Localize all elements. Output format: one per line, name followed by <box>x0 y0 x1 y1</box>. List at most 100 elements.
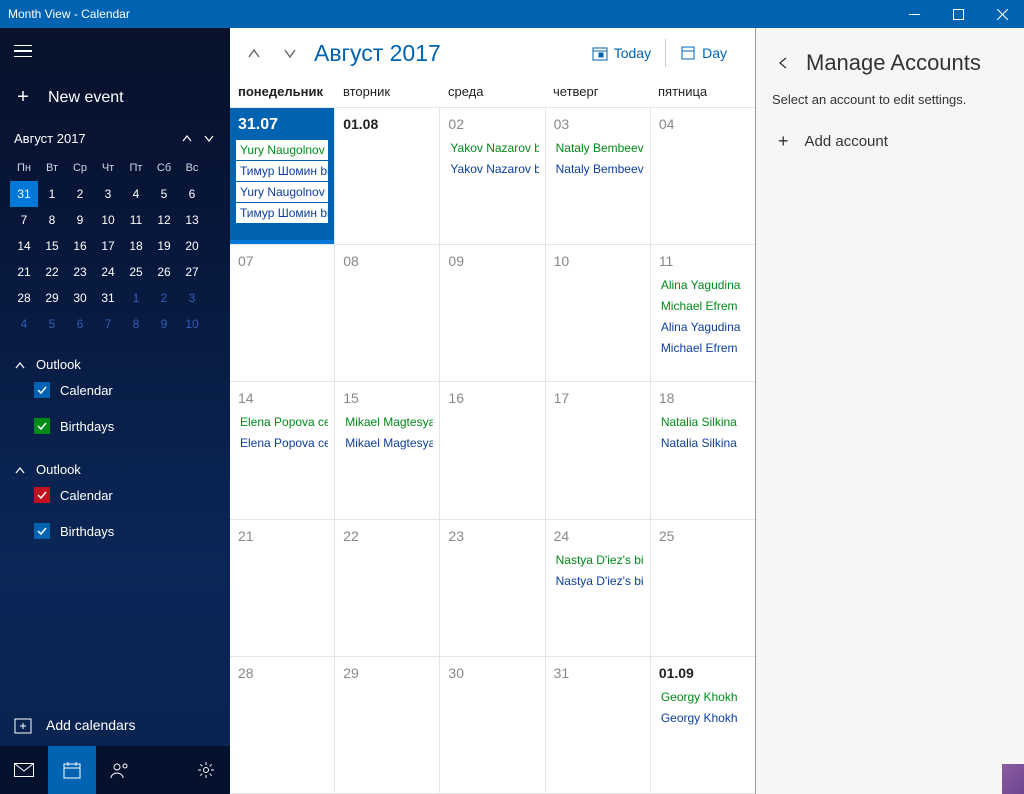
hamburger-button[interactable] <box>0 28 230 74</box>
mini-day[interactable]: 8 <box>38 207 66 233</box>
event-item[interactable]: Alina Yagudina <box>657 275 749 295</box>
day-cell[interactable]: 03Nataly Bembeeva lNataly Bembeeva l <box>546 108 651 244</box>
day-cell[interactable]: 16 <box>440 382 545 518</box>
mini-day[interactable]: 3 <box>94 181 122 207</box>
mini-day[interactable]: 7 <box>10 207 38 233</box>
mini-day[interactable]: 3 <box>178 285 206 311</box>
mini-day[interactable]: 10 <box>94 207 122 233</box>
mini-day[interactable]: 13 <box>178 207 206 233</box>
event-item[interactable]: Natalia Silkina <box>657 412 749 432</box>
day-cell[interactable]: 01.08 <box>335 108 440 244</box>
mini-day[interactable]: 5 <box>38 311 66 337</box>
event-item[interactable]: Тимур Шомин birt <box>236 161 328 181</box>
event-item[interactable]: Yury Naugolnov bi <box>236 140 328 160</box>
mini-day[interactable]: 21 <box>10 259 38 285</box>
event-item[interactable]: Nastya D'iez's birth <box>552 550 644 570</box>
mini-day[interactable]: 19 <box>150 233 178 259</box>
mini-day[interactable]: 16 <box>66 233 94 259</box>
event-item[interactable]: Elena Popova cell:- <box>236 412 328 432</box>
calendar-checkbox-item[interactable]: Birthdays <box>14 513 216 549</box>
mini-day[interactable]: 14 <box>10 233 38 259</box>
mini-day[interactable]: 22 <box>38 259 66 285</box>
day-cell[interactable]: 29 <box>335 657 440 793</box>
event-item[interactable]: Yakov Nazarov birt <box>446 138 538 158</box>
day-cell[interactable]: 07 <box>230 245 335 381</box>
add-calendars-button[interactable]: Add calendars <box>0 704 230 746</box>
mini-day[interactable]: 20 <box>178 233 206 259</box>
event-item[interactable]: Georgy Khokh <box>657 687 749 707</box>
mini-day[interactable]: 15 <box>38 233 66 259</box>
maximize-button[interactable] <box>936 0 980 28</box>
people-button[interactable] <box>96 746 144 794</box>
day-cell[interactable]: 18Natalia SilkinaNatalia Silkina <box>651 382 755 518</box>
mail-button[interactable] <box>0 746 48 794</box>
day-cell[interactable]: 10 <box>546 245 651 381</box>
mini-day[interactable]: 25 <box>122 259 150 285</box>
calendar-checkbox-item[interactable]: Calendar <box>14 372 216 408</box>
calendar-checkbox-item[interactable]: Calendar <box>14 477 216 513</box>
event-item[interactable]: Yakov Nazarov birt <box>446 159 538 179</box>
event-item[interactable]: Georgy Khokh <box>657 708 749 728</box>
mini-day[interactable]: 2 <box>66 181 94 207</box>
event-item[interactable]: Тимур Шомин birt <box>236 203 328 223</box>
day-cell[interactable]: 14Elena Popova cell:-Elena Popova cell:- <box>230 382 335 518</box>
day-cell[interactable]: 09 <box>440 245 545 381</box>
event-item[interactable]: Michael Efrem <box>657 338 749 358</box>
mini-day[interactable]: 31 <box>10 181 38 207</box>
day-cell[interactable]: 22 <box>335 520 440 656</box>
account-toggle[interactable]: Outlook <box>14 462 216 477</box>
mini-next-month[interactable] <box>198 127 220 149</box>
add-account-button[interactable]: + Add account <box>756 127 1024 156</box>
day-cell[interactable]: 28 <box>230 657 335 793</box>
calendar-button[interactable] <box>48 746 96 794</box>
day-cell[interactable]: 02Yakov Nazarov birtYakov Nazarov birt <box>440 108 545 244</box>
mini-day[interactable]: 10 <box>178 311 206 337</box>
day-cell[interactable]: 15Mikael MagtesyanMikael Magtesyan <box>335 382 440 518</box>
mini-day[interactable]: 24 <box>94 259 122 285</box>
mini-day[interactable]: 7 <box>94 311 122 337</box>
close-button[interactable] <box>980 0 1024 28</box>
mini-day[interactable]: 4 <box>10 311 38 337</box>
avatar[interactable] <box>1002 764 1024 794</box>
event-item[interactable]: Nastya D'iez's birth <box>552 571 644 591</box>
event-item[interactable]: Natalia Silkina <box>657 433 749 453</box>
event-item[interactable]: Nataly Bembeeva l <box>552 138 644 158</box>
day-cell[interactable]: 11Alina YagudinaMichael EfremAlina Yagud… <box>651 245 755 381</box>
day-cell[interactable]: 25 <box>651 520 755 656</box>
mini-day[interactable]: 9 <box>66 207 94 233</box>
mini-day[interactable]: 1 <box>122 285 150 311</box>
mini-day[interactable]: 23 <box>66 259 94 285</box>
mini-day[interactable]: 31 <box>94 285 122 311</box>
mini-day[interactable]: 4 <box>122 181 150 207</box>
today-button[interactable]: Today <box>582 39 661 67</box>
day-cell[interactable]: 31 <box>546 657 651 793</box>
day-cell[interactable]: 04 <box>651 108 755 244</box>
account-toggle[interactable]: Outlook <box>14 357 216 372</box>
mini-day[interactable]: 27 <box>178 259 206 285</box>
mini-day[interactable]: 17 <box>94 233 122 259</box>
new-event-button[interactable]: + New event <box>0 74 230 127</box>
calendar-checkbox-item[interactable]: Birthdays <box>14 408 216 444</box>
mini-day[interactable]: 2 <box>150 285 178 311</box>
day-view-button[interactable]: Day <box>670 39 737 67</box>
mini-day[interactable]: 29 <box>38 285 66 311</box>
event-item[interactable]: Mikael Magtesyan <box>341 412 433 432</box>
prev-month-button[interactable] <box>240 33 268 73</box>
mini-day[interactable]: 8 <box>122 311 150 337</box>
mini-day[interactable]: 9 <box>150 311 178 337</box>
day-cell[interactable]: 08 <box>335 245 440 381</box>
event-item[interactable]: Mikael Magtesyan <box>341 433 433 453</box>
event-item[interactable]: Michael Efrem <box>657 296 749 316</box>
next-month-button[interactable] <box>276 33 304 73</box>
event-item[interactable]: Elena Popova cell:- <box>236 433 328 453</box>
event-item[interactable]: Yury Naugolnov bi <box>236 182 328 202</box>
event-item[interactable]: Nataly Bembeeva l <box>552 159 644 179</box>
mini-day[interactable]: 11 <box>122 207 150 233</box>
day-cell[interactable]: 24Nastya D'iez's birthNastya D'iez's bir… <box>546 520 651 656</box>
settings-button[interactable] <box>182 746 230 794</box>
mini-day[interactable]: 26 <box>150 259 178 285</box>
day-cell[interactable]: 21 <box>230 520 335 656</box>
mini-day[interactable]: 6 <box>178 181 206 207</box>
mini-day[interactable]: 5 <box>150 181 178 207</box>
day-cell[interactable]: 01.09Georgy KhokhGeorgy Khokh <box>651 657 755 793</box>
